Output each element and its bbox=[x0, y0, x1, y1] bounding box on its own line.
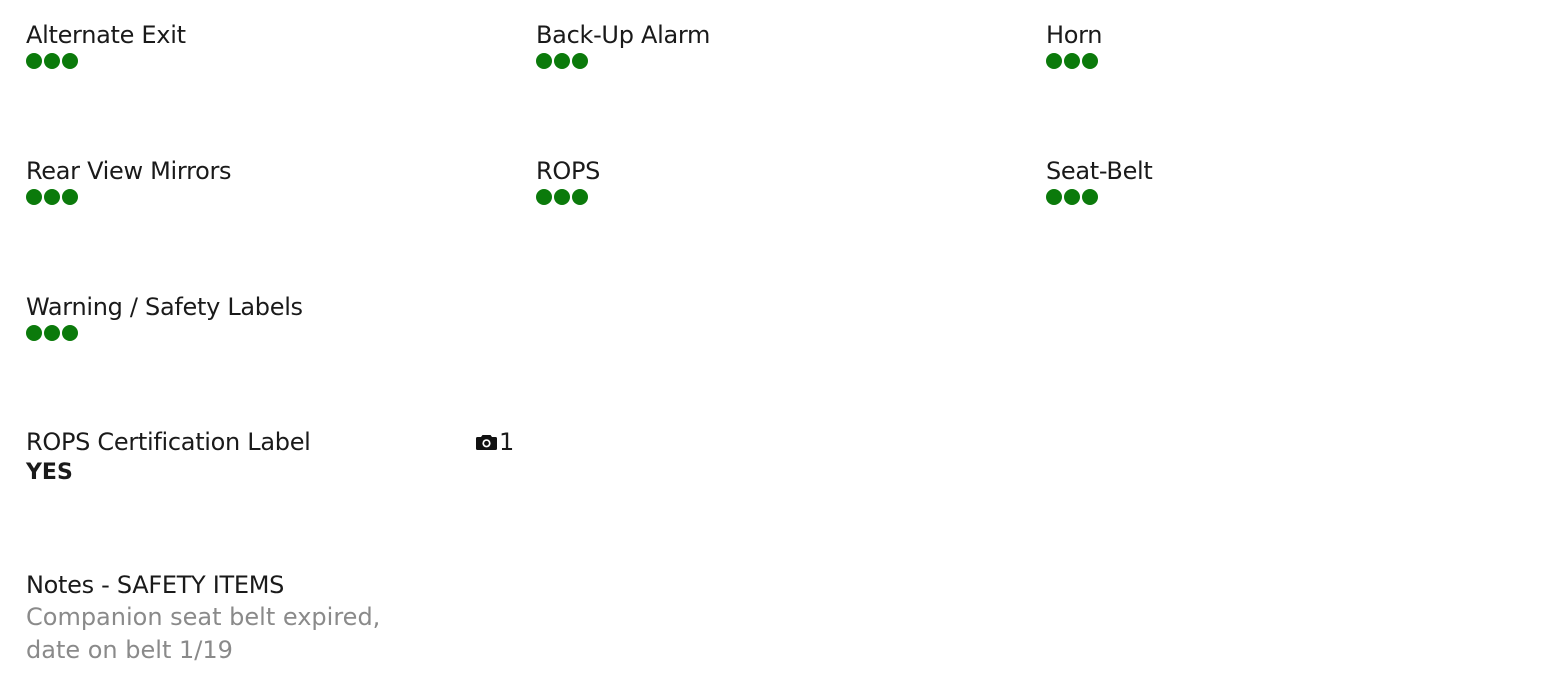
item-label: ROPS bbox=[536, 157, 601, 185]
status-dot bbox=[1082, 53, 1098, 69]
status-dot bbox=[44, 53, 60, 69]
status-dot bbox=[536, 189, 552, 205]
item-seat-belt: Seat-Belt bbox=[1046, 156, 1506, 205]
status-dot bbox=[26, 325, 42, 341]
status-dot bbox=[572, 53, 588, 69]
status-dot bbox=[26, 53, 42, 69]
item-alternate-exit: Alternate Exit bbox=[26, 20, 486, 69]
item-label: Back-Up Alarm bbox=[536, 21, 711, 49]
notes-line: Companion seat belt expired, bbox=[26, 603, 381, 631]
photo-count: 1 bbox=[499, 428, 515, 456]
rating-indicator bbox=[26, 53, 486, 69]
rating-indicator bbox=[26, 325, 486, 341]
status-dot bbox=[572, 189, 588, 205]
item-label: Warning / Safety Labels bbox=[26, 293, 303, 321]
item-label: Horn bbox=[1046, 21, 1103, 49]
status-dot bbox=[62, 325, 78, 341]
item-rear-view-mirrors: Rear View Mirrors bbox=[26, 156, 486, 205]
item-rops-certification-label: ROPS Certification Label YES 1 bbox=[26, 427, 514, 487]
notes-title: Notes - SAFETY ITEMS bbox=[26, 571, 285, 599]
notes-section: Notes - SAFETY ITEMS Companion seat belt… bbox=[26, 570, 446, 667]
item-label: Seat-Belt bbox=[1046, 157, 1153, 185]
notes-line: date on belt 1/19 bbox=[26, 636, 233, 664]
photo-attachment-button[interactable]: 1 bbox=[476, 427, 514, 457]
rating-indicator bbox=[536, 53, 996, 69]
rating-indicator bbox=[1046, 53, 1506, 69]
status-dot bbox=[1046, 189, 1062, 205]
status-dot bbox=[1046, 53, 1062, 69]
status-dot bbox=[62, 189, 78, 205]
status-dot bbox=[62, 53, 78, 69]
item-back-up-alarm: Back-Up Alarm bbox=[536, 20, 996, 69]
status-dot bbox=[554, 53, 570, 69]
item-label: Alternate Exit bbox=[26, 21, 186, 49]
item-label: ROPS Certification Label bbox=[26, 428, 311, 456]
rating-indicator bbox=[26, 189, 486, 205]
item-label: Rear View Mirrors bbox=[26, 157, 232, 185]
item-rops: ROPS bbox=[536, 156, 996, 205]
status-dot bbox=[536, 53, 552, 69]
status-dot bbox=[1064, 189, 1080, 205]
status-dot bbox=[1082, 189, 1098, 205]
status-dot bbox=[26, 189, 42, 205]
item-warning-safety-labels: Warning / Safety Labels bbox=[26, 292, 486, 341]
notes-text: Companion seat belt expired, date on bel… bbox=[26, 601, 446, 667]
camera-icon bbox=[476, 435, 497, 450]
status-dot bbox=[44, 325, 60, 341]
status-dot bbox=[1064, 53, 1080, 69]
item-horn: Horn bbox=[1046, 20, 1506, 69]
answer-value: YES bbox=[26, 460, 73, 485]
status-dot bbox=[44, 189, 60, 205]
status-dot bbox=[554, 189, 570, 205]
rating-indicator bbox=[536, 189, 996, 205]
rating-indicator bbox=[1046, 189, 1506, 205]
